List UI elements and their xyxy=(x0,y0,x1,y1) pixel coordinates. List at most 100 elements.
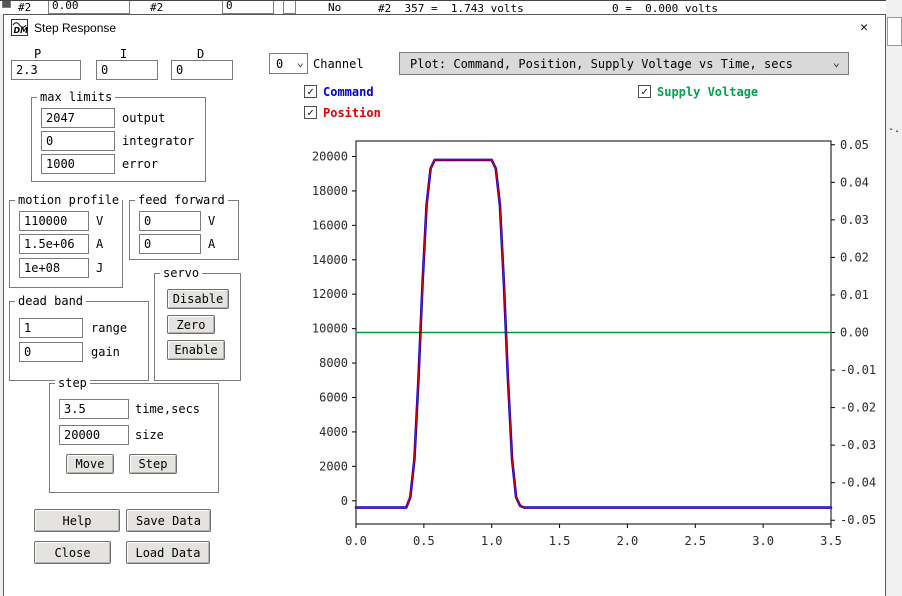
background-window-fragment: #2 0.00 #2 0 No #2 357 = 1.743 volts 0 =… xyxy=(0,0,902,14)
i-label: I xyxy=(120,47,128,61)
ff-a-field[interactable] xyxy=(139,234,201,254)
chart-canvas: 2000018000160001400012000100008000600040… xyxy=(312,138,876,548)
save-data-button[interactable]: Save Data xyxy=(126,509,211,532)
deadband-gain-field[interactable] xyxy=(19,342,83,362)
d-field[interactable] xyxy=(171,60,233,80)
step-response-window: DM Step Response ✕ P I D max limits outp… xyxy=(3,14,886,596)
left-tick-label: 8000 xyxy=(319,356,348,370)
bg-field1-box: 0.00 xyxy=(48,0,130,14)
profile-v-field[interactable] xyxy=(19,211,89,231)
left-tick-label: 14000 xyxy=(312,253,348,267)
max-output-field[interactable] xyxy=(41,108,115,128)
deadband-range-label: range xyxy=(91,321,128,335)
i-field[interactable] xyxy=(96,60,158,80)
x-tick-label: 0.5 xyxy=(413,534,435,548)
channel-label: Channel xyxy=(313,57,364,71)
step-size-field[interactable] xyxy=(59,425,129,445)
left-tick-label: 16000 xyxy=(312,218,348,232)
right-tick-label: -0.01 xyxy=(840,363,876,377)
move-button[interactable]: Move xyxy=(66,454,114,474)
ff-a-label: A xyxy=(208,237,216,251)
p-field[interactable] xyxy=(11,60,81,80)
right-tick-label: 0.00 xyxy=(840,326,869,340)
x-tick-label: 1.5 xyxy=(549,534,571,548)
right-tick-label: 0.02 xyxy=(840,250,869,264)
deadband-range-field[interactable] xyxy=(19,318,83,338)
step-button[interactable]: Step xyxy=(129,454,177,474)
left-tick-label: 2000 xyxy=(319,459,348,473)
position-checkbox[interactable]: ✓ xyxy=(304,106,317,119)
servo-enable-button[interactable]: Enable xyxy=(167,340,225,360)
right-tick-label: 0.05 xyxy=(840,138,869,152)
right-tick-label: -0.05 xyxy=(840,513,876,527)
bg-field2-box: 0 xyxy=(222,0,274,14)
right-tick-label: -0.04 xyxy=(840,476,876,490)
d-label: D xyxy=(197,47,205,61)
deadband-gain-label: gain xyxy=(91,345,120,359)
profile-j-field[interactable] xyxy=(19,258,89,278)
bg-field1-label: #2 xyxy=(18,1,32,14)
right-tick-label: 0.03 xyxy=(840,213,869,227)
x-tick-label: 2.0 xyxy=(617,534,639,548)
profile-a-field[interactable] xyxy=(19,234,89,254)
bg-right-box xyxy=(887,17,902,46)
bg-field1-value: 0.00 xyxy=(52,0,79,12)
supply-voltage-checkbox-label: Supply Voltage xyxy=(657,85,759,99)
max-error-field[interactable] xyxy=(41,154,115,174)
x-tick-label: 3.0 xyxy=(752,534,774,548)
profile-v-label: V xyxy=(96,214,104,228)
close-button[interactable]: Close xyxy=(34,541,111,564)
chevron-down-icon: ⌄ xyxy=(832,55,840,69)
bg-field2-label: #2 xyxy=(150,1,164,14)
x-tick-label: 1.0 xyxy=(481,534,503,548)
left-tick-label: 10000 xyxy=(312,322,348,336)
plot-select-value: Plot: Command, Position, Supply Voltage … xyxy=(410,57,793,71)
bg-field2-value: 0 xyxy=(226,0,233,12)
step-time-field[interactable] xyxy=(59,399,129,419)
ff-v-field[interactable] xyxy=(139,211,201,231)
dead-band-group: dead band xyxy=(9,294,149,381)
channel-value: 0 xyxy=(276,57,284,71)
help-button[interactable]: Help xyxy=(34,509,120,532)
right-tick-label: -0.02 xyxy=(840,401,876,415)
svg-text:DM: DM xyxy=(14,26,29,35)
bg-volts-right: 0 = 0.000 volts xyxy=(612,2,718,14)
title-bar: DM Step Response ✕ xyxy=(4,15,885,41)
step-size-label: size xyxy=(135,428,164,442)
max-error-label: error xyxy=(122,157,159,171)
bg-no-label: No xyxy=(328,1,342,14)
step-time-label: time,secs xyxy=(135,402,201,416)
servo-disable-button[interactable]: Disable xyxy=(167,289,229,309)
ff-v-label: V xyxy=(208,214,216,228)
dead-band-title: dead band xyxy=(15,294,87,308)
x-tick-label: 3.5 xyxy=(820,534,842,548)
close-icon[interactable]: ✕ xyxy=(855,19,873,37)
motion-profile-title: motion profile xyxy=(15,193,123,207)
profile-a-label: A xyxy=(96,237,104,251)
servo-zero-button[interactable]: Zero xyxy=(167,315,215,334)
p-label: P xyxy=(34,47,42,61)
step-response-chart: 20000 18000 16000 14000 12000 10000 8000 6000 40… xyxy=(301,131,877,561)
max-integrator-field[interactable] xyxy=(41,131,115,151)
plot-select[interactable]: Plot: Command, Position, Supply Voltage … xyxy=(399,52,849,75)
left-tick-label: 0 xyxy=(341,494,348,508)
profile-j-label: J xyxy=(96,261,104,275)
left-tick-label: 4000 xyxy=(319,425,348,439)
channel-select[interactable]: 0 ⌄ xyxy=(269,53,308,74)
step-title: step xyxy=(55,376,90,390)
bg-right-text: -. xyxy=(888,124,901,135)
command-checkbox[interactable]: ✓ xyxy=(304,85,317,98)
max-integrator-label: integrator xyxy=(122,134,195,148)
max-output-label: output xyxy=(122,111,166,125)
load-data-button[interactable]: Load Data xyxy=(126,541,210,564)
right-tick-label: -0.03 xyxy=(840,438,876,452)
servo-title: servo xyxy=(160,266,203,280)
chevron-down-icon: ⌄ xyxy=(296,55,304,69)
left-tick-label: 12000 xyxy=(312,287,348,301)
command-checkbox-label: Command xyxy=(323,85,374,99)
supply-voltage-checkbox[interactable]: ✓ xyxy=(638,85,651,98)
max-limits-title: max limits xyxy=(37,90,116,104)
right-tick-label: 0.04 xyxy=(840,175,869,189)
position-checkbox-label: Position xyxy=(323,106,381,120)
background-icon-fragment xyxy=(2,1,11,8)
